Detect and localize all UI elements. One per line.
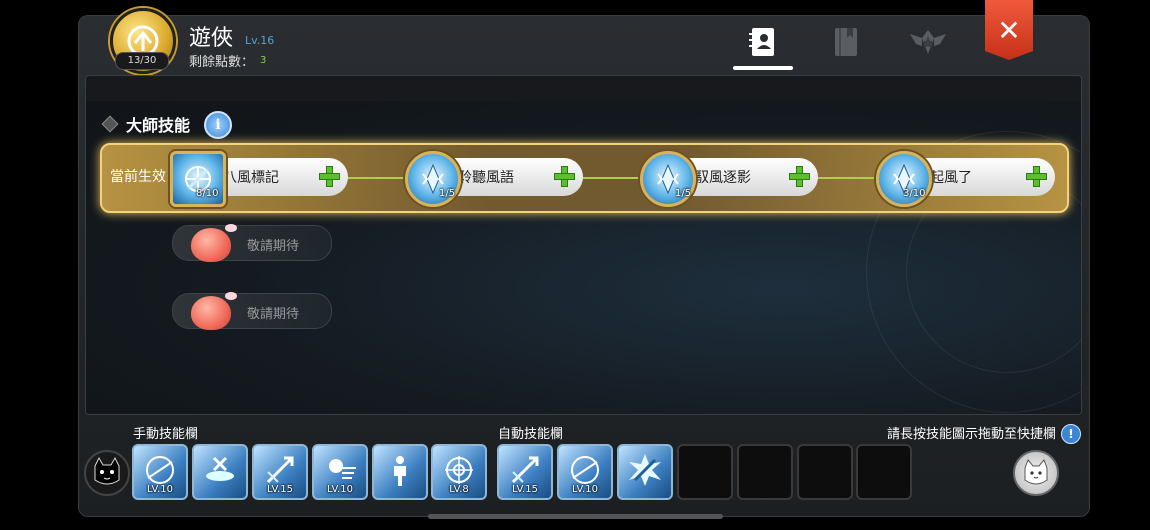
target-icon bbox=[445, 456, 473, 484]
cat-face-icon[interactable] bbox=[84, 450, 130, 496]
arrow-strike-icon bbox=[266, 456, 294, 484]
manual-slot-4[interactable]: LV.10 bbox=[312, 444, 368, 500]
plus-icon[interactable] bbox=[1025, 165, 1047, 187]
poring-icon bbox=[191, 224, 237, 262]
auto-skill-bar-label: 自動技能欄 bbox=[498, 427, 564, 442]
profile-card-icon bbox=[749, 28, 774, 56]
slot-level: LV.10 bbox=[572, 484, 598, 495]
arrow-storm-icon bbox=[146, 456, 174, 484]
manual-slot-5[interactable] bbox=[372, 444, 428, 500]
poring-icon bbox=[191, 292, 237, 330]
skill-connector bbox=[815, 177, 880, 179]
slot-level: LV.15 bbox=[512, 484, 538, 495]
slot-level: LV.10 bbox=[147, 484, 173, 495]
slot-level: LV.8 bbox=[449, 484, 469, 495]
sword-burst-icon bbox=[629, 454, 661, 486]
manual-slot-2[interactable] bbox=[192, 444, 248, 500]
plus-icon[interactable] bbox=[788, 165, 810, 187]
close-button[interactable]: ✕ bbox=[985, 0, 1033, 60]
auto-slot-7[interactable] bbox=[856, 444, 912, 500]
manual-skill-bar-label: 手動技能欄 bbox=[133, 427, 199, 442]
auto-slot-1[interactable]: LV.15 bbox=[497, 444, 553, 500]
tab-book[interactable] bbox=[816, 26, 876, 70]
auto-slot-3[interactable] bbox=[617, 444, 673, 500]
skill-name: 起風了 bbox=[930, 170, 972, 186]
tab-profile[interactable] bbox=[733, 26, 793, 70]
focus-body-icon bbox=[394, 456, 406, 486]
slot-level: LV.10 bbox=[327, 484, 353, 495]
skill-level: 8/10 bbox=[196, 188, 219, 199]
section-title: 大師技能 bbox=[126, 116, 191, 135]
winged-emblem-icon bbox=[910, 30, 946, 54]
locked-skill-slot-2: 敬請期待 bbox=[172, 292, 332, 330]
skill-level: 3/10 bbox=[903, 188, 926, 199]
auto-slot-5[interactable] bbox=[737, 444, 793, 500]
tab-emblem[interactable] bbox=[898, 26, 958, 70]
trap-icon bbox=[206, 456, 234, 481]
skill-name: 馭風逐影 bbox=[695, 170, 751, 186]
manual-slot-6[interactable]: LV.8 bbox=[431, 444, 487, 500]
skill-connector bbox=[580, 177, 645, 179]
plus-icon[interactable] bbox=[318, 165, 340, 187]
auto-slot-2[interactable]: LV.10 bbox=[557, 444, 613, 500]
manual-slot-3[interactable]: LV.15 bbox=[252, 444, 308, 500]
skill-level: 1/5 bbox=[675, 188, 692, 199]
skill-name: 八風標記 bbox=[223, 170, 279, 186]
alert-icon[interactable]: ! bbox=[1061, 424, 1081, 444]
coming-soon-label: 敬請期待 bbox=[247, 307, 300, 322]
skill-bar-hint: 請長按技能圖示拖動至快捷欄 bbox=[887, 427, 1057, 442]
info-icon[interactable]: i bbox=[204, 111, 232, 139]
remaining-points-label: 剩餘點數： bbox=[189, 55, 255, 70]
skill-connector bbox=[345, 177, 410, 179]
cat-mascot-icon[interactable] bbox=[1013, 450, 1059, 496]
falcon-icon bbox=[329, 459, 356, 479]
book-icon bbox=[835, 28, 857, 56]
class-points-badge: 13/30 bbox=[115, 52, 169, 70]
active-label: 當前生效 bbox=[110, 169, 166, 185]
remaining-points-value: 3 bbox=[260, 55, 267, 66]
auto-slot-4[interactable] bbox=[677, 444, 733, 500]
plus-icon[interactable] bbox=[553, 165, 575, 187]
skill-level: 1/5 bbox=[439, 188, 456, 199]
class-level: Lv.16 bbox=[245, 34, 275, 47]
slot-level: LV.15 bbox=[267, 484, 293, 495]
arrow-storm-icon bbox=[571, 456, 599, 484]
coming-soon-label: 敬請期待 bbox=[247, 239, 300, 254]
class-name: 遊俠 bbox=[189, 26, 234, 51]
arrow-strike-icon bbox=[511, 456, 539, 484]
skill-name: 聆聽風語 bbox=[458, 170, 514, 186]
locked-skill-slot-1: 敬請期待 bbox=[172, 224, 332, 262]
home-indicator bbox=[428, 514, 723, 519]
auto-slot-6[interactable] bbox=[797, 444, 853, 500]
manual-slot-1[interactable]: LV.10 bbox=[132, 444, 188, 500]
